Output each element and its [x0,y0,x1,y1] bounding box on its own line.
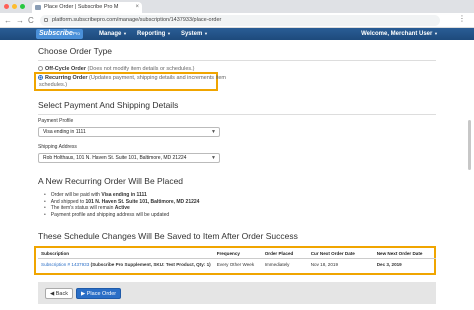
address-bar[interactable]: platform.subscribepro.com/manage/subscri… [40,15,440,26]
action-bar: ◀ Back ▶ Place Order [38,282,436,304]
payment-shipping-heading: Select Payment And Shipping Details [38,100,179,110]
order-type-heading: Choose Order Type [38,46,113,56]
subscription-details: (Subscribe Pro Supplement, SKU: Test Pro… [90,262,211,267]
payment-profile-select[interactable]: Visa ending in 1111 ▼ [38,127,220,137]
subscription-cell: Subscription # 1437933 (Subscribe Pro Su… [38,259,214,271]
place-order-button[interactable]: ▶ Place Order [76,288,122,299]
browser-toolbar: ← → C platform.subscribepro.com/manage/s… [0,13,474,28]
chevron-down-icon: ▼ [211,129,216,135]
schedule-heading: These Schedule Changes Will Be Saved to … [38,231,298,241]
lock-icon [44,18,48,22]
tab-close-icon[interactable]: × [135,2,139,13]
col-new-next: New Next Order Date [373,249,436,259]
window-controls [4,4,25,9]
off-cycle-radio[interactable] [38,66,43,71]
list-item: The item's status will remain Active [44,205,199,212]
summary-heading: A New Recurring Order Will Be Placed [38,176,184,186]
summary-list: Order will be paid with Visa ending in 1… [44,192,200,219]
list-item: Order will be paid with Visa ending in 1… [44,192,199,199]
back-button[interactable]: ◀ Back [45,288,73,299]
nav-reporting[interactable]: Reporting ▼ [137,28,171,40]
col-order-placed: Order Placed [261,249,308,259]
col-cur-next: Cur Next Order Date [307,249,374,259]
user-menu[interactable]: Welcome, Merchant User ▼ [361,28,438,40]
recurring-note: (Updates payment, shipping details and i… [89,75,226,81]
browser-tab[interactable]: Place Order | Subscribe Pro M × [32,2,142,13]
maximize-window-icon[interactable] [20,4,25,9]
logo-text: Subscribe [39,30,73,37]
favicon-icon [35,5,41,10]
logo-pro-text: Pro [72,31,80,36]
list-item: Payment profile and shipping address wil… [44,212,199,219]
new-next-date-cell: Dec 3, 2019 [376,262,402,267]
browser-menu-icon[interactable]: ⋮ [458,14,466,23]
divider [38,60,436,61]
list-item: And shipped to 101 N. Haven St. Suite 10… [44,199,200,206]
chevron-down-icon: ▼ [434,31,438,36]
shipping-address-select[interactable]: Rob Holthaus, 101 N. Haven St. Suite 101… [38,153,220,163]
chevron-down-icon: ▼ [204,31,208,36]
chevron-down-icon: ▼ [211,155,216,161]
recurring-label: Recurring Order [45,75,88,81]
url-text: platform.subscribepro.com/manage/subscri… [52,17,222,23]
col-subscription: Subscription [38,249,214,259]
table-header-row: Subscription Frequency Order Placed Cur … [38,249,436,259]
divider [38,114,436,115]
welcome-text: Welcome, Merchant User [361,31,433,37]
recurring-option[interactable]: Recurring Order (Updates payment, shippi… [38,75,226,89]
shipping-address-value: Rob Holthaus, 101 N. Haven St. Suite 101… [43,155,187,161]
schedule-table: Subscription Frequency Order Placed Cur … [38,249,436,270]
app-navbar: SubscribePro Manage ▼ Reporting ▼ System… [0,28,474,40]
recurring-note-cont: schedules.) [39,82,68,88]
frequency-cell: Every Other Week [216,262,255,267]
recurring-radio[interactable] [38,75,43,80]
minimize-window-icon[interactable] [12,4,17,9]
back-arrow-icon[interactable]: ← [4,15,12,26]
tab-title: Place Order | Subscribe Pro M [44,4,119,10]
reload-icon[interactable]: C [28,15,34,26]
cur-next-date-cell: Nov 18, 2019 [310,262,339,267]
subscription-link[interactable]: Subscription # 1437933 [41,262,89,267]
payment-profile-value: Visa ending in 1111 [43,129,86,135]
shipping-address-label: Shipping Address [38,144,77,150]
forward-arrow-icon[interactable]: → [16,15,24,26]
nav-system[interactable]: System ▼ [181,28,208,40]
browser-tab-strip: Place Order | Subscribe Pro M × [0,0,474,13]
payment-profile-label: Payment Profile [38,118,74,124]
col-frequency: Frequency [213,249,262,259]
page-scrollbar[interactable] [468,120,471,170]
subscribe-pro-logo[interactable]: SubscribePro [36,29,83,39]
nav-manage[interactable]: Manage ▼ [99,28,127,40]
order-placed-cell: Immediately [264,262,290,267]
main-menu: Manage ▼ Reporting ▼ System ▼ [99,28,208,40]
chevron-down-icon: ▼ [123,31,127,36]
main-content: Choose Order Type Off-Cycle Order (Does … [32,40,440,310]
table-row: Subscription # 1437933 (Subscribe Pro Su… [38,259,436,271]
close-window-icon[interactable] [4,4,9,9]
chevron-down-icon: ▼ [167,31,171,36]
